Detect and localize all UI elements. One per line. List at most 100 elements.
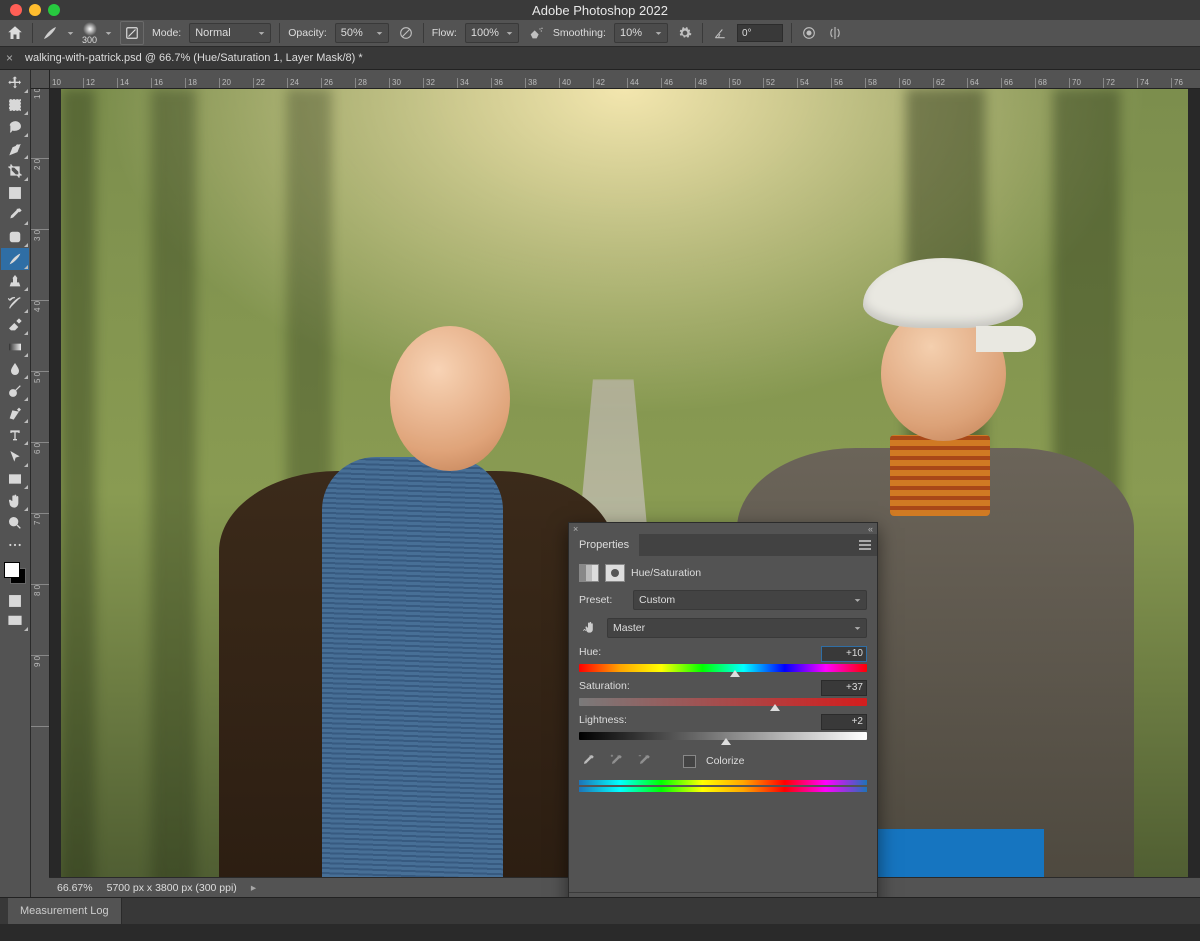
toolbox bbox=[0, 70, 31, 897]
visibility-eye-icon[interactable] bbox=[829, 896, 849, 897]
flow-field[interactable]: 100% bbox=[465, 23, 519, 43]
work-area: 1012141618202224262830323436384042444648… bbox=[0, 70, 1200, 897]
app-title: Adobe Photoshop 2022 bbox=[532, 3, 668, 18]
close-tab-icon[interactable]: × bbox=[6, 51, 13, 65]
quick-select-tool[interactable] bbox=[1, 138, 29, 160]
dodge-tool[interactable] bbox=[1, 380, 29, 402]
panel-drag-bar[interactable]: × « bbox=[569, 523, 877, 534]
path-select-tool[interactable] bbox=[1, 446, 29, 468]
smoothing-field[interactable]: 10% bbox=[614, 23, 668, 43]
eyedropper-set-icon[interactable] bbox=[579, 752, 597, 770]
screen-mode-icon[interactable] bbox=[1, 610, 29, 632]
edit-toolbar-icon[interactable] bbox=[1, 534, 29, 556]
history-brush-tool[interactable] bbox=[1, 292, 29, 314]
subject-left bbox=[174, 209, 625, 897]
quick-mask-icon[interactable] bbox=[6, 592, 24, 610]
chevron-down-icon[interactable] bbox=[105, 30, 112, 37]
color-swatches[interactable] bbox=[4, 562, 26, 584]
status-menu-chevron-icon[interactable]: ▸ bbox=[251, 882, 256, 894]
crop-tool[interactable] bbox=[1, 160, 29, 182]
slider-thumb-icon[interactable] bbox=[721, 738, 731, 745]
eraser-tool[interactable] bbox=[1, 314, 29, 336]
ruler-vertical[interactable]: 1 02 03 04 05 06 07 08 09 0 bbox=[31, 88, 50, 897]
close-window-icon[interactable] bbox=[10, 4, 22, 16]
colorize-checkbox[interactable] bbox=[683, 755, 696, 768]
opacity-field[interactable]: 50% bbox=[335, 23, 389, 43]
zoom-readout[interactable]: 66.67% bbox=[57, 882, 93, 894]
document-tab[interactable]: × walking-with-patrick.psd @ 66.7% (Hue/… bbox=[6, 51, 363, 65]
layer-mask-icon[interactable] bbox=[605, 564, 625, 582]
hue-label: Hue: bbox=[579, 646, 601, 662]
slider-thumb-icon[interactable] bbox=[730, 670, 740, 677]
hue-value-field[interactable]: +10 bbox=[821, 646, 867, 662]
panel-close-icon[interactable]: × bbox=[573, 524, 578, 534]
angle-field[interactable]: 0° bbox=[737, 24, 783, 42]
fullscreen-window-icon[interactable] bbox=[48, 4, 60, 16]
foreground-color-swatch[interactable] bbox=[4, 562, 20, 578]
eyedropper-subtract-icon[interactable] bbox=[635, 752, 653, 770]
previous-state-icon[interactable] bbox=[785, 896, 805, 897]
targeted-adjust-icon[interactable] bbox=[579, 618, 601, 638]
measurement-log-tab[interactable]: Measurement Log bbox=[8, 898, 122, 924]
chevron-down-icon bbox=[854, 625, 861, 632]
blend-mode-value: Normal bbox=[195, 27, 230, 39]
smoothing-options-gear-icon[interactable] bbox=[676, 24, 694, 42]
brush-size-preview[interactable]: 300 bbox=[82, 22, 97, 45]
color-range-bars[interactable] bbox=[579, 780, 867, 792]
saturation-value-field[interactable]: +37 bbox=[821, 680, 867, 696]
minimize-window-icon[interactable] bbox=[29, 4, 41, 16]
tool-preset-brush-icon[interactable] bbox=[41, 24, 59, 42]
gradient-tool[interactable] bbox=[1, 336, 29, 358]
lightness-value-field[interactable]: +2 bbox=[821, 714, 867, 730]
rectangle-tool[interactable] bbox=[1, 468, 29, 490]
chevron-down-icon bbox=[655, 30, 662, 37]
panel-collapse-icon[interactable]: « bbox=[868, 524, 873, 534]
doc-info[interactable]: 5700 px x 3800 px (300 ppi) bbox=[107, 882, 237, 894]
zoom-tool[interactable] bbox=[1, 512, 29, 534]
properties-tab[interactable]: Properties bbox=[569, 534, 639, 556]
ruler-origin[interactable] bbox=[31, 70, 50, 89]
hue-slider[interactable] bbox=[579, 664, 867, 672]
panel-menu-icon[interactable] bbox=[853, 534, 877, 556]
clone-stamp-tool[interactable] bbox=[1, 270, 29, 292]
smoothing-value: 10% bbox=[620, 27, 642, 39]
brush-settings-icon[interactable] bbox=[120, 21, 144, 45]
flow-value: 100% bbox=[471, 27, 499, 39]
symmetry-icon[interactable] bbox=[826, 24, 844, 42]
chevron-down-icon[interactable] bbox=[67, 30, 74, 37]
airbrush-icon[interactable] bbox=[527, 24, 545, 42]
channel-select[interactable]: Master bbox=[607, 618, 867, 638]
pressure-size-icon[interactable] bbox=[800, 24, 818, 42]
pressure-opacity-icon[interactable] bbox=[397, 24, 415, 42]
pen-tool[interactable] bbox=[1, 402, 29, 424]
hand-tool[interactable] bbox=[1, 490, 29, 512]
preset-select[interactable]: Custom bbox=[633, 590, 867, 610]
window-titlebar: Adobe Photoshop 2022 bbox=[0, 0, 1200, 20]
eyedropper-add-icon[interactable] bbox=[607, 752, 625, 770]
eyedropper-tool[interactable] bbox=[1, 204, 29, 226]
lightness-slider[interactable] bbox=[579, 732, 867, 740]
type-tool[interactable] bbox=[1, 424, 29, 446]
home-icon[interactable] bbox=[6, 24, 24, 42]
lasso-tool[interactable] bbox=[1, 116, 29, 138]
bottom-panel-bar: Measurement Log bbox=[0, 897, 1200, 924]
chevron-down-icon bbox=[506, 30, 513, 37]
blur-tool[interactable] bbox=[1, 358, 29, 380]
clip-to-layer-icon[interactable] bbox=[763, 896, 783, 897]
marquee-tool[interactable] bbox=[1, 94, 29, 116]
reset-icon[interactable] bbox=[807, 896, 827, 897]
frame-tool[interactable] bbox=[1, 182, 29, 204]
hue-sat-icon[interactable] bbox=[579, 564, 599, 582]
spot-heal-tool[interactable] bbox=[1, 226, 29, 248]
saturation-slider[interactable] bbox=[579, 698, 867, 706]
ruler-horizontal[interactable]: 1012141618202224262830323436384042444648… bbox=[49, 70, 1200, 89]
chevron-down-icon bbox=[258, 30, 265, 37]
properties-panel[interactable]: × « Properties Hue/Saturation Preset: bbox=[568, 522, 878, 897]
delete-trash-icon[interactable] bbox=[851, 896, 871, 897]
slider-thumb-icon[interactable] bbox=[770, 704, 780, 711]
blend-mode-select[interactable]: Normal bbox=[189, 23, 271, 43]
brush-tool[interactable] bbox=[1, 248, 29, 270]
move-tool[interactable] bbox=[1, 72, 29, 94]
traffic-lights bbox=[0, 4, 60, 16]
angle-icon[interactable] bbox=[711, 24, 729, 42]
